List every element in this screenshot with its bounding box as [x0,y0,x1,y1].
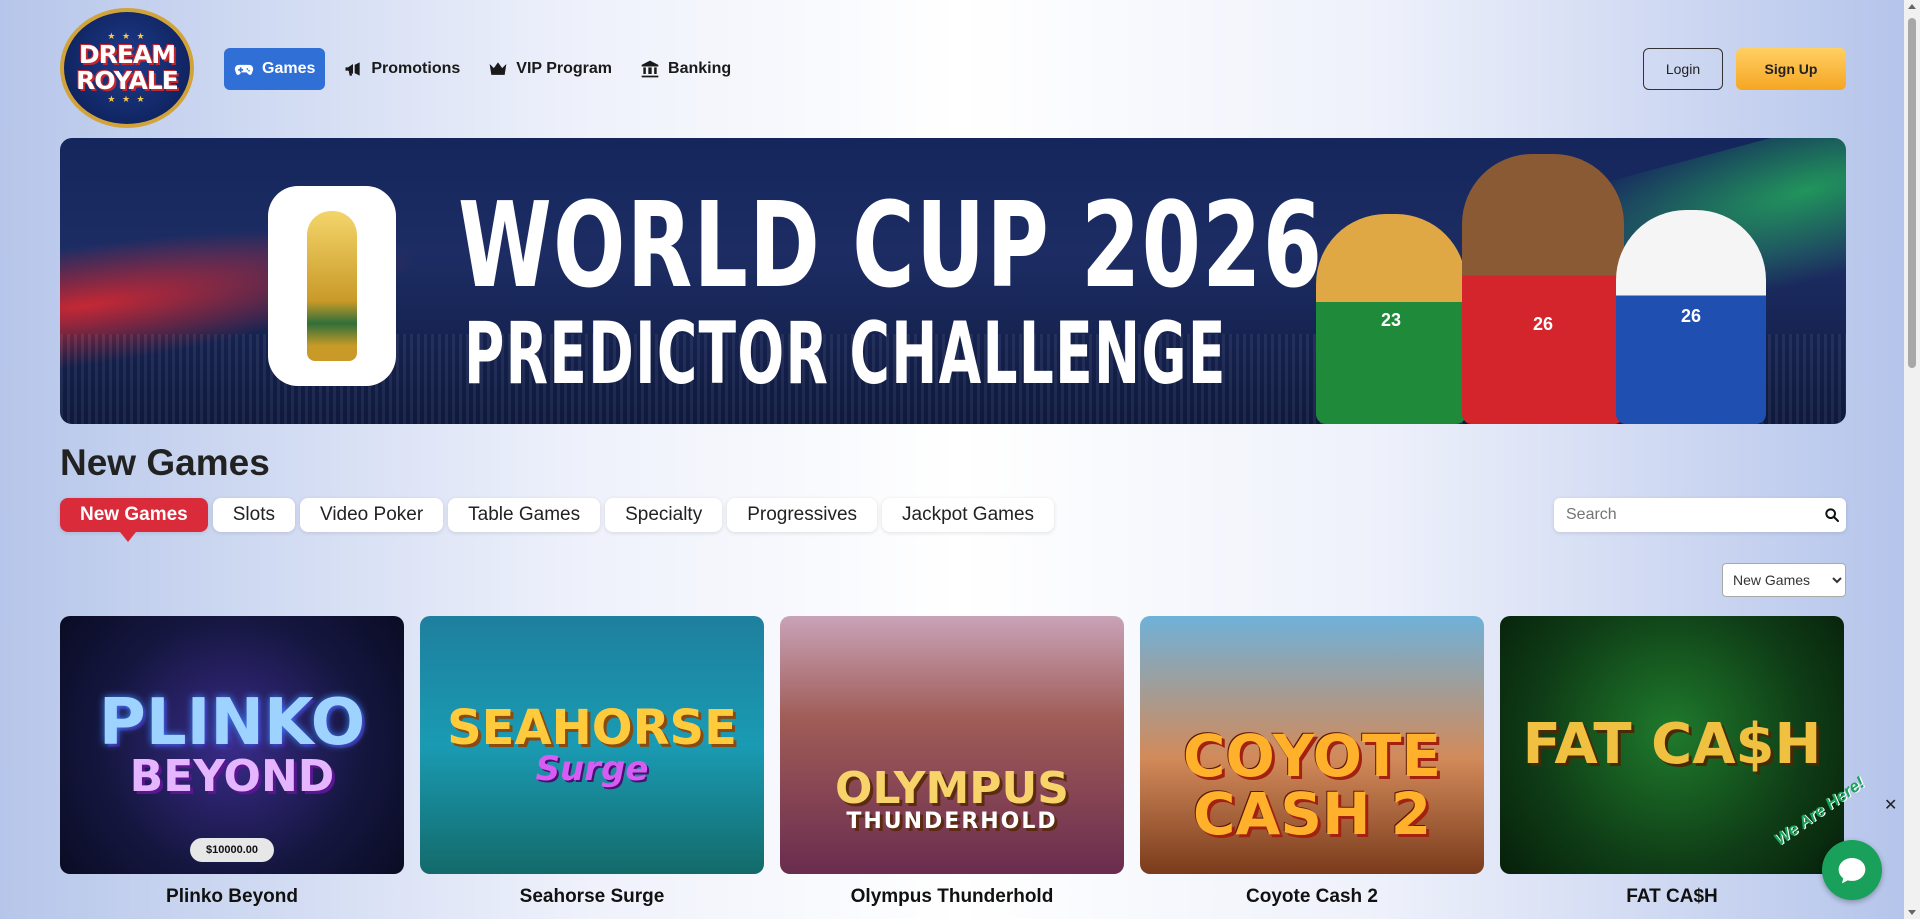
thumbnail-title: FAT CA$H [1522,712,1822,777]
thumbnail-title-sub: Surge [535,749,649,789]
scroll-up-arrow[interactable] [1908,4,1916,9]
game-thumbnail[interactable]: SEAHORSE Surge [420,616,764,874]
game-card[interactable]: FAT CA$H FAT CA$H [1500,616,1844,908]
search-input[interactable] [1554,498,1804,532]
mascot-moose: 26 [1462,154,1624,424]
mascot-moose-number: 26 [1532,314,1554,334]
game-thumbnail[interactable]: OLYMPUS THUNDERHOLD [780,616,1124,874]
live-chat-button[interactable] [1822,840,1882,900]
game-card[interactable]: COYOTE CASH 2 Coyote Cash 2 [1140,616,1484,908]
bank-icon [641,60,659,78]
world-cup-emblem [268,186,396,386]
signup-button[interactable]: Sign Up [1736,48,1846,90]
tab-video-poker[interactable]: Video Poker [299,498,444,532]
thumbnail-title-main: COYOTE [1182,722,1442,790]
logo-stars-bottom: ★ ★ ★ [107,94,147,104]
dream-royale-logo[interactable]: ★ ★ ★ DREAM ROYALE ★ ★ ★ [60,8,194,128]
tab-table-games[interactable]: Table Games [448,498,601,532]
game-name[interactable]: Olympus Thunderhold [780,886,1124,908]
scroll-thumb[interactable] [1908,18,1916,368]
trophy-icon [307,211,357,361]
section-title: New Games [60,442,270,483]
mascot-eagle: 26 [1616,210,1766,424]
thumbnail-title-main: SEAHORSE [447,700,737,756]
tab-slots[interactable]: Slots [212,498,295,532]
chat-close-icon[interactable]: ✕ [1884,795,1897,815]
chat-icon [1838,858,1866,884]
thumbnail-title-sub: CASH 2 [1192,780,1432,848]
banner-headline: WORLD CUP 2026 [458,176,1324,314]
promo-banner[interactable]: WORLD CUP 2026 PREDICTOR CHALLENGE 23 26… [60,138,1846,424]
mascot-jaguar-number: 23 [1380,310,1402,330]
logo-word-1: DREAM [78,40,176,69]
tab-specialty[interactable]: Specialty [605,498,723,532]
game-search [1554,498,1846,532]
login-button[interactable]: Login [1643,48,1723,90]
game-card[interactable]: OLYMPUS THUNDERHOLD Olympus Thunderhold [780,616,1124,908]
scroll-down-arrow[interactable] [1908,910,1916,915]
games-grid: PLINKO BEYOND $10000.00 Plinko Beyond SE… [60,616,1844,908]
game-category-tabs: New Games Slots Video Poker Table Games … [60,498,1055,542]
game-name[interactable]: Plinko Beyond [60,886,404,908]
game-thumbnail[interactable]: COYOTE CASH 2 [1140,616,1484,874]
crown-icon [489,62,507,75]
sort-select[interactable]: New Games [1722,563,1846,597]
thumbnail-title: COYOTE CASH 2 [1183,727,1441,843]
thumbnail-title-sub: BEYOND [129,751,335,802]
nav-banking[interactable]: Banking [630,48,741,90]
page-scrollbar[interactable] [1904,0,1920,919]
game-card[interactable]: SEAHORSE Surge Seahorse Surge [420,616,764,908]
banner-subheadline: PREDICTOR CHALLENGE [464,304,1227,404]
megaphone-icon [345,62,361,76]
nav-promotions-label: Promotions [371,60,461,77]
thumbnail-title-sub: THUNDERHOLD [846,809,1058,834]
game-name[interactable]: Coyote Cash 2 [1140,886,1484,908]
auth-buttons: Login Sign Up [1643,48,1846,90]
gamepad-icon [234,64,254,75]
mascot-jaguar: 23 [1316,214,1466,424]
game-name[interactable]: Seahorse Surge [420,886,764,908]
thumbnail-title: PLINKO BEYOND [99,691,365,799]
jackpot-badge: $10000.00 [190,838,274,862]
nav-banking-label: Banking [668,60,732,77]
game-name[interactable]: FAT CA$H [1500,886,1844,908]
nav-vip-program[interactable]: VIP Program [478,48,622,90]
site-header: ★ ★ ★ DREAM ROYALE ★ ★ ★ Games Promotion… [60,8,1846,130]
thumbnail-title: SEAHORSE Surge [447,704,737,786]
tab-progressives[interactable]: Progressives [727,498,878,532]
nav-games-label: Games [262,60,316,77]
nav-promotions[interactable]: Promotions [333,48,470,90]
tab-new-games[interactable]: New Games [60,498,208,542]
main-nav: Games Promotions VIP Program Banking [224,48,741,90]
thumbnail-title-main: PLINKO [98,686,366,760]
thumbnail-title-main: OLYMPUS [835,763,1069,814]
thumbnail-title: OLYMPUS THUNDERHOLD [835,767,1069,833]
game-thumbnail[interactable]: PLINKO BEYOND $10000.00 [60,616,404,874]
nav-vip-label: VIP Program [516,60,613,77]
nav-games[interactable]: Games [224,48,326,90]
mascot-eagle-number: 26 [1680,306,1702,326]
search-icon[interactable] [1824,507,1840,523]
game-card[interactable]: PLINKO BEYOND $10000.00 Plinko Beyond [60,616,404,908]
page: ★ ★ ★ DREAM ROYALE ★ ★ ★ Games Promotion… [0,0,1904,919]
tab-jackpot-games[interactable]: Jackpot Games [882,498,1055,532]
logo-word-2: ROYALE [76,66,179,95]
